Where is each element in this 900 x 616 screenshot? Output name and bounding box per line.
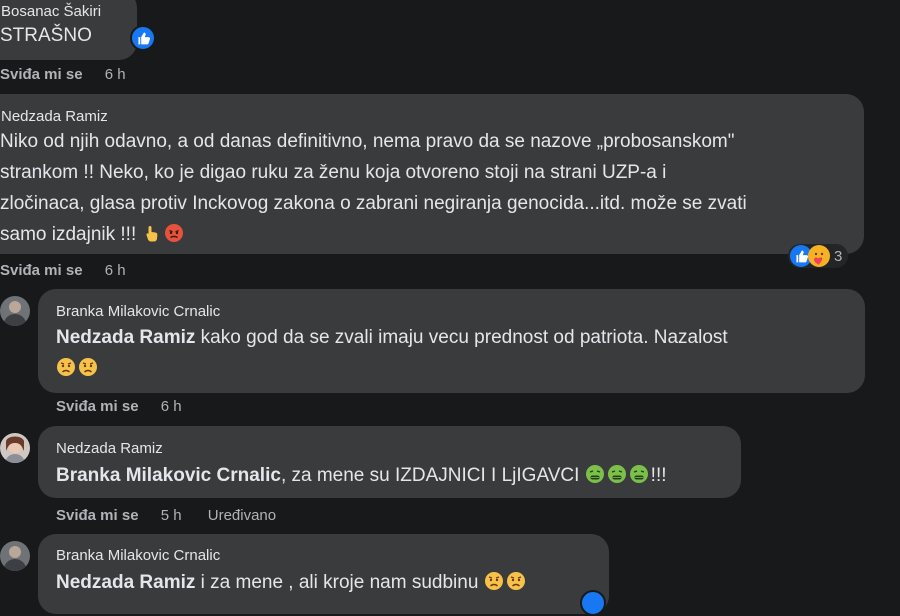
reply-author[interactable]: Nedzada Ramiz	[56, 440, 163, 457]
like-reaction-icon[interactable]	[580, 590, 606, 616]
comment-text: STRAŠNO	[0, 25, 92, 46]
like-button[interactable]: Sviđa mi se	[56, 398, 139, 415]
nauseated-face-emoji-icon	[585, 465, 604, 483]
reaction-summary[interactable]: 3	[788, 244, 849, 268]
avatar[interactable]	[0, 296, 30, 326]
comment-bubble: Bosanac Šakiri STRAŠNO	[0, 0, 137, 60]
timestamp[interactable]: 6 h	[161, 398, 182, 415]
comment-author[interactable]: Bosanac Šakiri	[1, 3, 101, 20]
like-button[interactable]: Sviđa mi se	[0, 66, 83, 83]
like-button[interactable]: Sviđa mi se	[56, 507, 139, 524]
comment-author[interactable]: Nedzada Ramiz	[1, 108, 108, 125]
timestamp[interactable]: 6 h	[105, 262, 126, 279]
comment-line: samo izdajnik !!!	[0, 224, 137, 245]
pointing-finger-emoji-icon	[145, 226, 157, 242]
reply-author[interactable]: Branka Milakovic Crnalic	[56, 547, 220, 564]
reply-text: Nedzada Ramiz i za mene , ali kroje nam …	[56, 567, 606, 598]
comment-line-wrap: samo izdajnik !!!	[0, 219, 860, 250]
mention-link[interactable]: Nedzada Ramiz	[56, 572, 195, 593]
nauseated-face-emoji-icon	[629, 465, 648, 483]
comment-line: zločinaca, glasa protiv Inckovog zakona …	[0, 193, 747, 214]
sad-face-emoji-icon	[506, 572, 525, 590]
comment-text: Niko od njih odavno, a od danas definiti…	[0, 126, 860, 250]
reply-body: , za mene su IZDAJNICI I LjIGAVCI	[280, 465, 585, 486]
mention-link[interactable]: Branka Milakovic Crnalic	[56, 465, 281, 486]
reaction-count: 3	[834, 247, 843, 265]
sad-face-emoji-icon	[484, 572, 503, 590]
like-reaction-icon[interactable]	[130, 25, 156, 51]
sad-face-emoji-icon	[57, 358, 75, 376]
angry-face-emoji-icon	[164, 224, 183, 242]
reply-bubble: Nedzada Ramiz Branka Milakovic Crnalic, …	[38, 426, 741, 498]
care-reaction-icon	[808, 245, 830, 267]
comment-actions: Sviđa mi se 6 h	[0, 66, 126, 83]
reply-author[interactable]: Branka Milakovic Crnalic	[56, 303, 220, 320]
reply-actions: Sviđa mi se 6 h	[56, 398, 182, 415]
nauseated-face-emoji-icon	[607, 465, 626, 483]
edited-label[interactable]: Uređivano	[208, 507, 276, 524]
reply-body: kako god da se zvali imaju vecu prednost…	[195, 327, 728, 348]
timestamp[interactable]: 6 h	[105, 66, 126, 83]
timestamp[interactable]: 5 h	[161, 507, 182, 524]
sad-face-emoji-icon	[79, 358, 97, 376]
reply-actions: Sviđa mi se 5 h Uređivano	[56, 507, 276, 524]
reply-text: Nedzada Ramiz kako god da se zvali imaju…	[56, 322, 856, 384]
avatar[interactable]	[0, 433, 30, 463]
comment-line: strankom !! Neko, ko je digao ruku za že…	[0, 162, 667, 183]
comment-bubble: Nedzada Ramiz Niko od njih odavno, a od …	[0, 94, 864, 254]
reply-body: i za mene , ali kroje nam sudbinu	[195, 572, 484, 593]
reply-tail: !!!	[650, 465, 667, 486]
like-button[interactable]: Sviđa mi se	[0, 262, 83, 279]
mention-link[interactable]: Nedzada Ramiz	[56, 327, 195, 348]
avatar[interactable]	[0, 541, 30, 571]
reply-bubble: Branka Milakovic Crnalic Nedzada Ramiz i…	[38, 534, 609, 614]
comment-actions: Sviđa mi se 6 h	[0, 262, 126, 279]
emoji-line	[56, 353, 856, 384]
reply-bubble: Branka Milakovic Crnalic Nedzada Ramiz k…	[38, 289, 865, 393]
reply-text: Branka Milakovic Crnalic, za mene su IZD…	[56, 460, 736, 491]
comment-line: Niko od njih odavno, a od danas definiti…	[0, 131, 735, 152]
